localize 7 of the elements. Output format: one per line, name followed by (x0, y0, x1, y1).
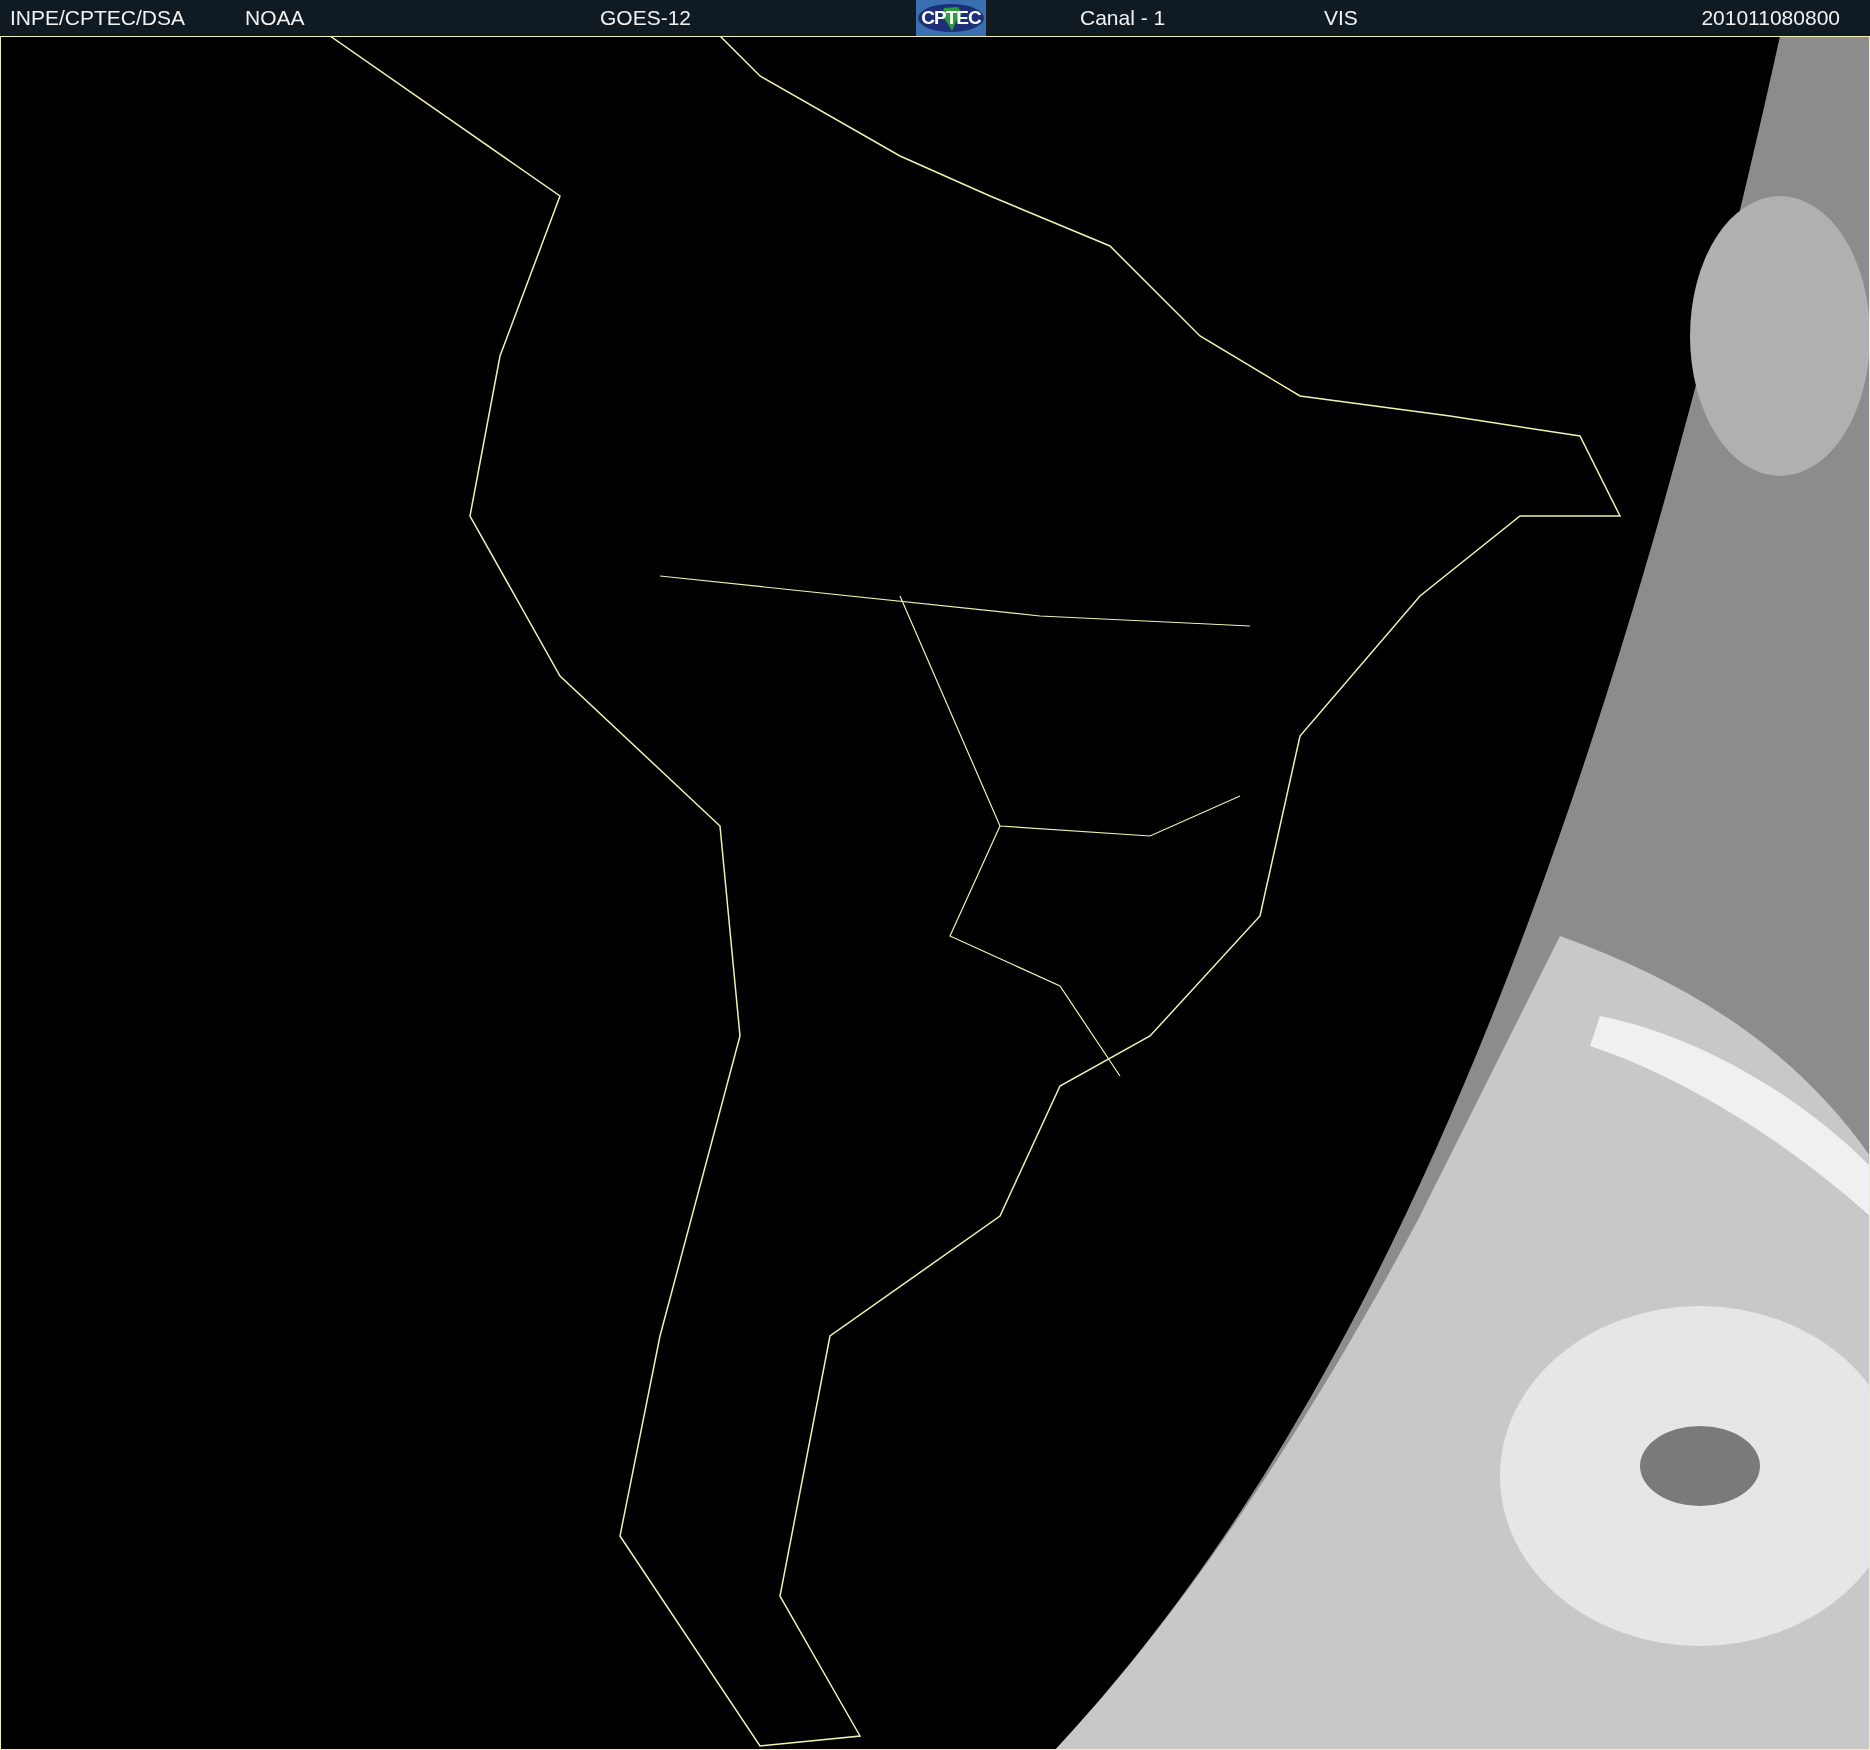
satellite-label: GOES-12 (600, 6, 692, 30)
band-label: VIS (1324, 6, 1358, 30)
agency-label: NOAA (245, 6, 305, 30)
timestamp-label: 201011080800 (1701, 6, 1840, 30)
logo: CPTEC (916, 0, 986, 36)
channel-label: Canal - 1 (1080, 6, 1166, 30)
source-label: INPE/CPTEC/DSA (10, 6, 186, 30)
